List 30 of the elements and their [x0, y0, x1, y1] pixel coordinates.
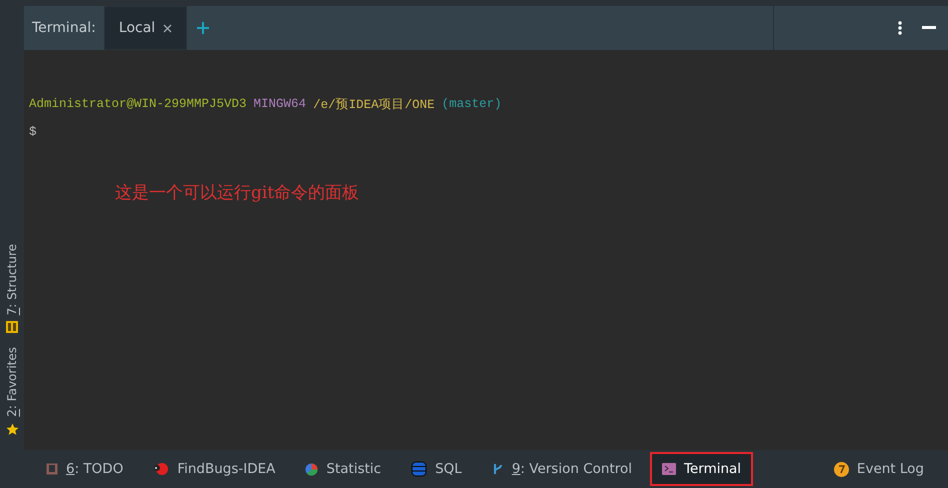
prompt-text: $ [29, 125, 37, 139]
terminal-icon [662, 463, 676, 475]
branch-icon [492, 462, 504, 476]
pie-chart-icon [305, 462, 318, 476]
star-icon [6, 423, 18, 436]
plus-icon[interactable] [197, 22, 210, 34]
prompt-text: /e/预IDEA项目/ONE [313, 96, 435, 112]
bug-icon [153, 462, 170, 476]
prompt-text: Administrator@WIN-299MMPJ5VD3 [29, 97, 247, 111]
tool-window-button[interactable]: Terminal [650, 452, 754, 486]
checklist-icon [46, 463, 58, 475]
tool-window-button[interactable]: Event Log [822, 452, 936, 486]
tool-window-button[interactable]: SQL [399, 452, 474, 486]
structure-icon [6, 321, 18, 334]
tool-window-button[interactable]: 7: Structure [5, 244, 19, 316]
event-icon [834, 462, 849, 476]
prompt-text: (master) [442, 97, 502, 111]
tool-window-button[interactable]: Statistic [293, 452, 394, 486]
database-icon [411, 461, 428, 477]
tool-window-button[interactable]: 6: TODO [34, 452, 136, 486]
close-icon [163, 24, 172, 32]
tool-window-button[interactable]: 9: Version Control [480, 452, 644, 486]
prompt-text: MINGW64 [254, 97, 306, 111]
tab[interactable]: Local [104, 6, 188, 50]
panel-title: Terminal: [31, 19, 97, 38]
tool-window-button[interactable]: FindBugs-IDEA [141, 452, 288, 486]
annotation-text: 这是一个可以运行git命令的面板 [115, 182, 360, 204]
minimize-icon[interactable] [922, 26, 936, 30]
more-icon[interactable] [898, 21, 902, 35]
tool-window-button[interactable]: 2: Favorites [5, 347, 19, 417]
